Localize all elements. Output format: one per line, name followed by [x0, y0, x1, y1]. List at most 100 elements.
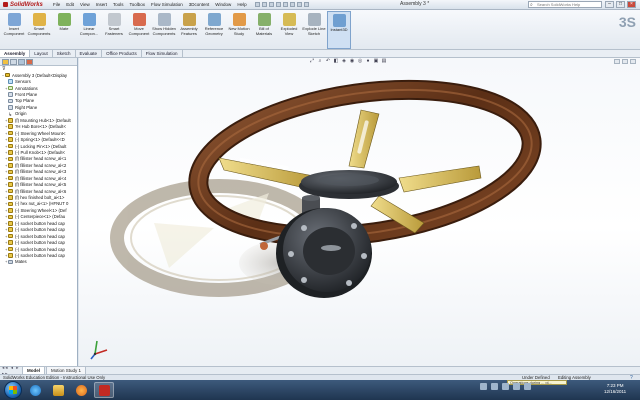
- feature-manager-tab-icon[interactable]: [2, 59, 9, 65]
- tab-flow-simulation[interactable]: Flow Simulation: [142, 50, 183, 57]
- tree-item[interactable]: − Assembly 3 (Default<Display: [2, 72, 77, 78]
- taskbar-solidworks[interactable]: [94, 382, 114, 398]
- minimize-button[interactable]: –: [605, 1, 614, 8]
- tree-item[interactable]: + Mates: [2, 259, 77, 265]
- new-motion-study-button[interactable]: New Motion Study: [227, 11, 251, 49]
- search-icon: ⌕: [530, 2, 533, 8]
- mates-icon: [8, 259, 13, 265]
- tree-item-label: Right Plane: [15, 104, 38, 110]
- appearance-tab-icon[interactable]: [26, 59, 33, 65]
- power-icon[interactable]: [513, 383, 520, 390]
- tree-item-label: (f) fillister head screw_al<3: [15, 169, 67, 175]
- menu-file[interactable]: File: [53, 2, 60, 7]
- media-player-icon: [75, 384, 87, 396]
- steering-wheel-assembly-model[interactable]: [79, 58, 640, 366]
- tab-office-products[interactable]: Office Products: [102, 50, 142, 57]
- part-icon: [8, 169, 13, 175]
- sensor-icon: [8, 79, 13, 84]
- help-search-input[interactable]: ⌕ Search SolidWorks Help: [528, 1, 602, 8]
- property-manager-tab-icon[interactable]: [10, 59, 17, 65]
- taskbar-internet-explorer[interactable]: [25, 382, 45, 398]
- explode-line-sketch-icon: [307, 13, 321, 26]
- undo-icon[interactable]: [282, 2, 288, 7]
- move-component-icon: [132, 13, 146, 26]
- flag-icon[interactable]: [524, 383, 531, 390]
- rebuild-icon[interactable]: [296, 2, 302, 7]
- smart-fasteners-button[interactable]: Smart Fasteners: [102, 11, 126, 49]
- system-tray: [480, 383, 531, 390]
- menu-tools[interactable]: Tools: [113, 2, 124, 7]
- options-icon[interactable]: [303, 2, 309, 7]
- plane-icon: [8, 105, 13, 110]
- bill-of-materials-icon: [257, 13, 271, 26]
- mate-icon: [57, 13, 71, 26]
- app-logo[interactable]: SolidWorks: [3, 2, 47, 8]
- menu-insert[interactable]: Insert: [96, 2, 107, 7]
- part-icon: [8, 246, 13, 252]
- tree-item-label: (f) Mounting Hub<1> (Default: [15, 117, 71, 123]
- tray-arrow-icon[interactable]: [480, 383, 487, 390]
- tab-layout[interactable]: Layout: [30, 50, 53, 57]
- tab-assembly[interactable]: Assembly: [0, 50, 31, 57]
- document-title: Assembly 3 *: [400, 1, 430, 7]
- menu-help[interactable]: Help: [237, 2, 246, 7]
- menu-3dcontent[interactable]: 3Dcontent: [189, 2, 210, 7]
- taskbar-clock[interactable]: 7:23 PM 12/16/2011: [604, 383, 626, 395]
- assembly-icon: [5, 72, 10, 78]
- show-hidden-components-icon: [157, 13, 171, 26]
- volume-icon[interactable]: [502, 383, 509, 390]
- linear-compon-button[interactable]: Linear Compon...: [77, 11, 101, 49]
- tab-sketch[interactable]: Sketch: [53, 50, 76, 57]
- graphics-viewport[interactable]: ⤢ ⌕ ↶ ◧ ◈ ◉ ◎ ● ▣ ▤: [79, 58, 640, 366]
- taskbar-file-explorer[interactable]: [48, 382, 68, 398]
- start-button[interactable]: [4, 381, 22, 399]
- assembly-features-button[interactable]: Assembly Features: [177, 11, 201, 49]
- bill-of-materials-button[interactable]: Bill of Materials: [252, 11, 276, 49]
- ribbon-label: Smart Fasteners: [105, 26, 123, 36]
- ribbon-label: Linear Compon...: [79, 26, 99, 36]
- save-icon[interactable]: [268, 2, 274, 7]
- new-document-icon[interactable]: [254, 2, 260, 7]
- menu-window[interactable]: Window: [215, 2, 231, 7]
- explode-line-sketch-button[interactable]: Explode Line Sketch: [302, 11, 326, 49]
- instant3d-icon: [332, 14, 346, 27]
- exploded-view-button[interactable]: Exploded View: [277, 11, 301, 49]
- select-icon[interactable]: [289, 2, 295, 7]
- tree-item-label: Annotations: [15, 85, 38, 91]
- ribbon-label: Insert Component: [3, 26, 25, 36]
- menu-edit[interactable]: Edit: [66, 2, 74, 7]
- reference-geometry-icon: [207, 13, 221, 26]
- clock-date: 12/16/2011: [604, 389, 627, 394]
- folder-icon: [52, 384, 64, 396]
- show-hidden-components-button[interactable]: Show Hidden Components: [152, 11, 176, 49]
- instant3d-button[interactable]: Instant3D: [327, 11, 351, 49]
- move-component-button[interactable]: Move Component: [127, 11, 151, 49]
- network-icon[interactable]: [491, 383, 498, 390]
- part-icon: [8, 182, 13, 187]
- ribbon-label: Smart Components: [27, 26, 51, 36]
- close-button[interactable]: ×: [627, 1, 636, 8]
- menu-toolbox[interactable]: Toolbox: [130, 2, 146, 7]
- tree-item-label: (-) Spring<1> (Default<<D: [15, 137, 65, 143]
- print-icon[interactable]: [275, 2, 281, 7]
- open-document-icon[interactable]: [261, 2, 267, 7]
- menu-view[interactable]: View: [80, 2, 90, 7]
- mate-button[interactable]: Mate: [52, 11, 76, 49]
- taskbar-media-player[interactable]: [71, 382, 91, 398]
- ribbon-label: Show Hidden Components: [152, 26, 176, 36]
- maximize-button[interactable]: □: [616, 1, 625, 8]
- smart-fasteners-icon: [107, 13, 121, 26]
- part-icon: [8, 253, 13, 258]
- tab-evaluate[interactable]: Evaluate: [76, 50, 103, 57]
- part-icon: [8, 221, 13, 226]
- reference-geometry-button[interactable]: Reference Geometry: [202, 11, 226, 49]
- menu-flow-simulation[interactable]: Flow Simulation: [151, 2, 183, 7]
- smart-components-button[interactable]: Smart Components: [27, 11, 51, 49]
- tree-item-label: Origin: [15, 111, 27, 117]
- configuration-manager-tab-icon[interactable]: [18, 59, 25, 65]
- windows-logo-icon: [9, 386, 17, 394]
- tree-item-label: (-) Locking Pin<1> (Default: [15, 143, 67, 149]
- insert-component-button[interactable]: Insert Component: [2, 11, 26, 49]
- ribbon-label: Explode Line Sketch: [302, 26, 326, 36]
- tree-item-label: (-) socket button head cap: [15, 252, 65, 258]
